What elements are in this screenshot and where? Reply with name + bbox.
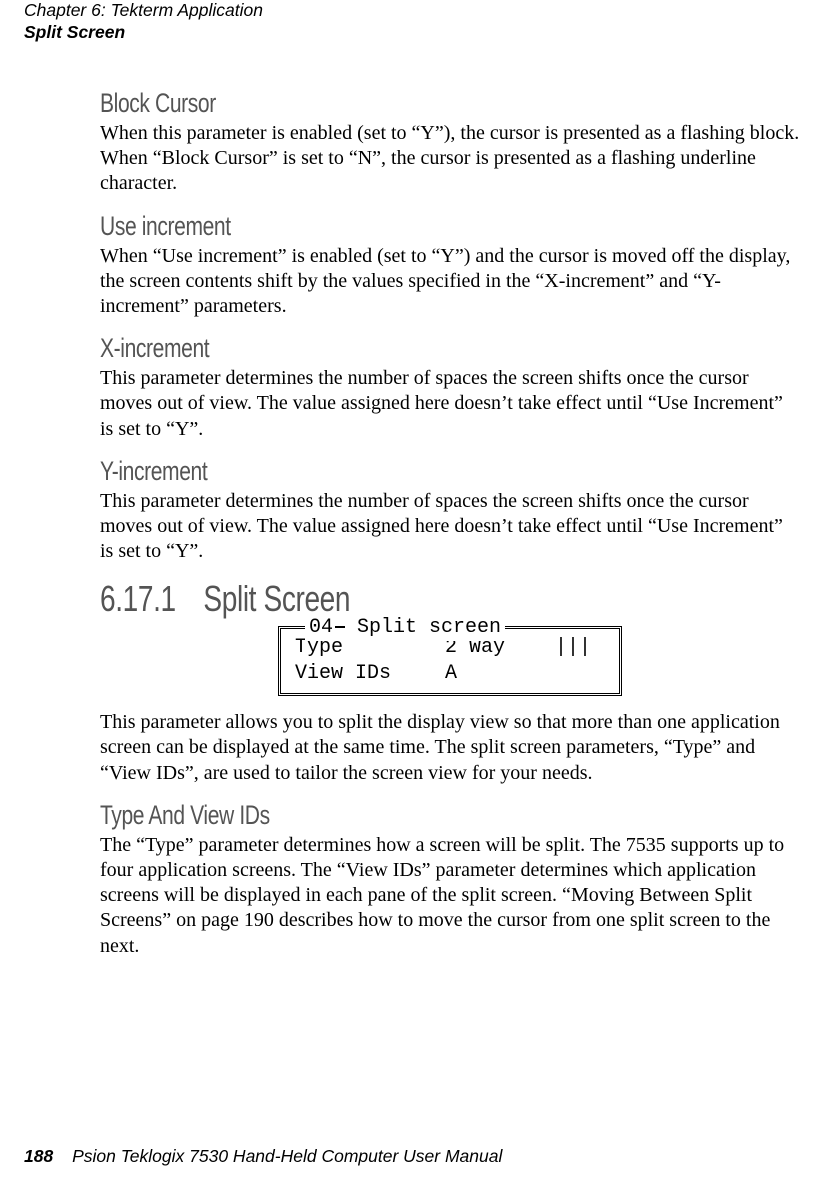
section-label: Split Screen <box>24 22 263 44</box>
heading-split-screen: 6.17.1 Split Screen <box>100 578 646 620</box>
figure-wrap: 04 Split screen Type 2 Way ||| View IDs … <box>100 626 800 696</box>
page-header: Chapter 6: Tekterm Application Split Scr… <box>24 0 263 44</box>
heading-y-increment: Y-increment <box>100 456 646 487</box>
split-screen-figure: 04 Split screen Type 2 Way ||| View IDs … <box>278 626 622 696</box>
figure-row-suffix: ||| <box>555 635 591 661</box>
heading-use-increment: Use increment <box>100 211 646 242</box>
heading-type-view-ids: Type And View IDs <box>100 800 646 831</box>
figure-row: View IDs A <box>295 661 605 687</box>
page-number: 188 <box>24 1146 53 1166</box>
figure-legend-prefix: 04 <box>309 616 333 639</box>
body-x-increment: This parameter determines the number of … <box>100 366 800 442</box>
figure-legend-text: Split screen <box>345 616 501 639</box>
manual-title: Psion Teklogix 7530 Hand-Held Computer U… <box>72 1146 502 1166</box>
body-block-cursor: When this parameter is enabled (set to “… <box>100 121 800 197</box>
figure-row-value: A <box>445 661 555 687</box>
heading-block-cursor: Block Cursor <box>100 88 646 119</box>
body-y-increment: This parameter determines the number of … <box>100 489 800 565</box>
page-footer: 188 Psion Teklogix 7530 Hand-Held Comput… <box>24 1146 502 1167</box>
figure-row-label: View IDs <box>295 661 445 687</box>
content-area: Block Cursor When this parameter is enab… <box>100 88 800 973</box>
figure-legend: 04 Split screen <box>305 615 505 641</box>
page: Chapter 6: Tekterm Application Split Scr… <box>0 0 825 1197</box>
body-use-increment: When “Use increment” is enabled (set to … <box>100 244 800 320</box>
figure-legend-dash-icon <box>335 626 345 628</box>
chapter-label: Chapter 6: Tekterm Application <box>24 0 263 22</box>
heading-x-increment: X-increment <box>100 333 646 364</box>
body-type-view-ids: The “Type” parameter determines how a sc… <box>100 833 800 959</box>
body-split-screen: This parameter allows you to split the d… <box>100 710 800 786</box>
